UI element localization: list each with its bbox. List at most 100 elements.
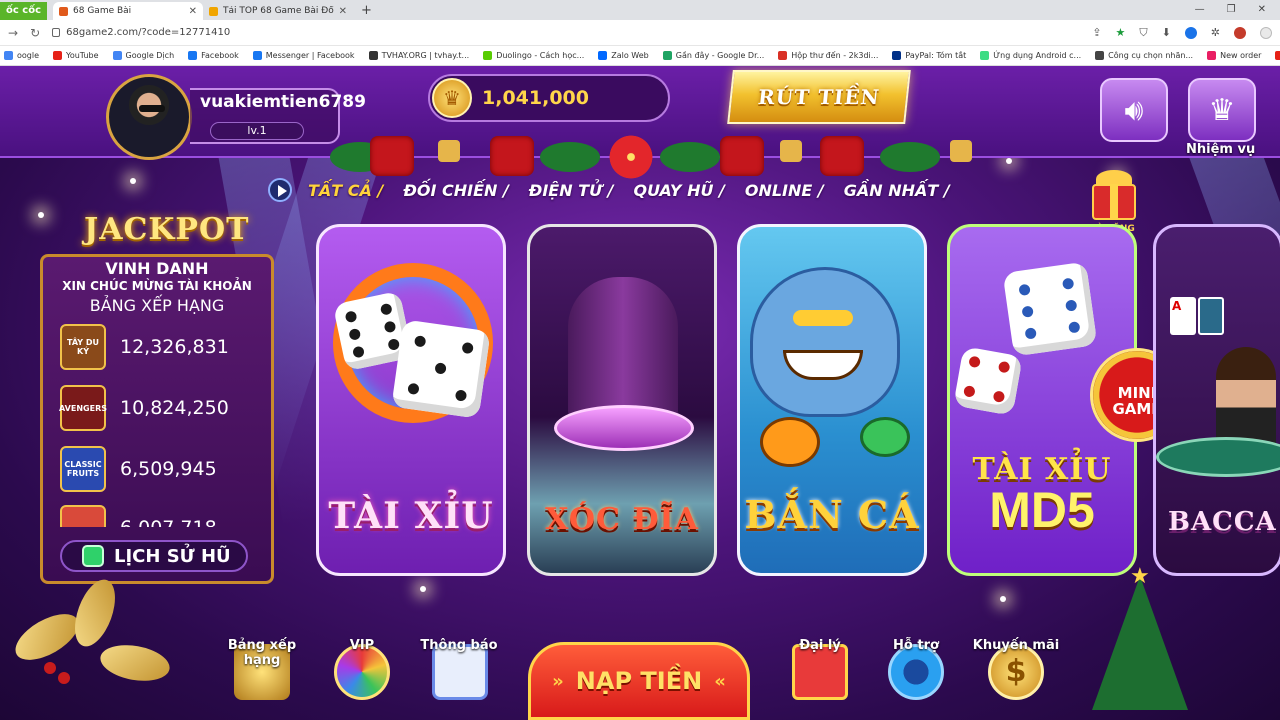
bookmark-favicon-icon	[368, 51, 378, 60]
bookmark-item[interactable]: Duolingo - Cách học...	[483, 51, 584, 60]
address-bar: → ↻ 68game2.com/?code=12771410 ⇪ ★ ⛉ ⬇ ✲	[0, 20, 1280, 46]
jackpot-amount: 10,824,250	[120, 397, 229, 419]
plate-icon	[554, 405, 694, 451]
game-card-taixiu[interactable]: TÀI XỈU	[316, 224, 506, 576]
jackpot-leaderboard-label: BẢNG XẾP HẠNG	[89, 296, 225, 315]
withdraw-label: RÚT TIỀN	[756, 85, 882, 109]
jackpot-entry: CLASSIC FRUITS 6,509,945	[60, 444, 260, 494]
download-icon[interactable]: ⬇	[1162, 26, 1171, 39]
forward-icon[interactable]: →	[8, 26, 18, 40]
bookmarks-bar: oogle YouTube Google Dịch Facebook Messenger…	[0, 46, 1280, 66]
share-icon[interactable]: ⇪	[1092, 26, 1101, 39]
table-icon	[1156, 437, 1280, 477]
bookmark-favicon-icon	[112, 51, 122, 60]
bookmark-label: PayPal: Tóm tắt	[905, 51, 967, 60]
close-window-icon[interactable]: ✕	[1258, 4, 1266, 15]
bookmark-favicon-icon	[252, 51, 262, 60]
tab-slots[interactable]: QUAY HŨ /	[633, 181, 724, 200]
quest-button[interactable]: ♛	[1188, 78, 1256, 142]
tab-electronic[interactable]: ĐIỆN TỬ /	[529, 181, 614, 200]
favicon-icon	[209, 6, 219, 16]
jackpot-title: JACKPOT	[84, 212, 250, 247]
bookmark-label: Google Dịch	[125, 51, 175, 60]
profile-avatar[interactable]	[1234, 26, 1246, 39]
game-thumb: CLASSIC FRUITS	[60, 446, 106, 492]
tab-title: 68 Game Bài	[73, 6, 132, 16]
bookmark-favicon-icon	[778, 51, 788, 60]
game-thumb	[60, 505, 106, 527]
withdraw-button[interactable]: RÚT TIỀN	[727, 70, 911, 124]
bookmark-item[interactable]: Ứng dụng Android c...	[980, 51, 1081, 60]
puzzle-icon[interactable]: ✲	[1211, 26, 1220, 39]
new-tab-icon[interactable]: +	[353, 2, 380, 20]
game-card-xocdia[interactable]: XÓC ĐĨA	[527, 224, 717, 576]
tab-inactive[interactable]: Tải TOP 68 Game Bài Đổi Thưởng ✕	[203, 2, 353, 20]
nav-vip[interactable]: VIP	[312, 638, 412, 653]
game-card-baccarat[interactable]: A BACCA	[1153, 224, 1280, 576]
jackpot-history-button[interactable]: LỊCH SỬ HŨ	[60, 540, 248, 572]
nav-promotions[interactable]: Khuyến mãi	[966, 638, 1066, 653]
close-tab-icon[interactable]: ✕	[189, 6, 197, 17]
bookmark-favicon-icon	[483, 51, 493, 60]
shield-icon[interactable]: ⛉	[1139, 26, 1147, 40]
shark-icon	[750, 267, 900, 417]
bookmark-item[interactable]: TVHAY.ORG | tvhay.t...	[368, 51, 469, 60]
bookmark-favicon-icon	[4, 51, 13, 60]
url-field[interactable]: 68game2.com/?code=12771410	[52, 23, 1080, 43]
bookmark-favicon-icon	[980, 51, 990, 60]
bookmark-item[interactable]: Youtube Random Co...	[1275, 51, 1280, 60]
bookmark-item[interactable]: Công cụ chọn nhãn...	[1095, 51, 1193, 60]
reload-icon[interactable]: ↻	[30, 26, 40, 40]
play-icon[interactable]	[268, 178, 292, 202]
sound-button[interactable]: 🔊︎	[1100, 78, 1168, 142]
dice-icon	[953, 346, 1023, 416]
nav-agent[interactable]: Đại lý	[770, 638, 870, 653]
deposit-button[interactable]: » NẠP TIỀN «	[528, 642, 750, 720]
bookmark-star-icon[interactable]: ★	[1115, 26, 1125, 39]
tab-all[interactable]: TẤT CẢ /	[308, 181, 383, 200]
bookmark-label: New order	[1220, 51, 1262, 60]
bookmark-item[interactable]: oogle	[4, 51, 39, 60]
close-tab-icon[interactable]: ✕	[339, 6, 347, 17]
game-canvas: vuakiemtien6789 lv.1 ♛ 1,041,000 RÚT TIỀ…	[0, 66, 1280, 720]
nav-support[interactable]: Hỗ trợ	[866, 638, 966, 653]
bookmark-label: YouTube	[66, 51, 99, 60]
bookmark-favicon-icon	[1207, 51, 1217, 60]
holly-leaf-icon	[8, 604, 86, 670]
chevrons-right-icon: »	[552, 670, 564, 692]
maximize-icon[interactable]: ❐	[1227, 4, 1236, 15]
nav-notifications[interactable]: Thông báo	[409, 638, 509, 653]
bookmark-item[interactable]: Messenger | Facebook	[252, 51, 355, 60]
minimize-icon[interactable]: —	[1195, 4, 1205, 15]
nav-leaderboard[interactable]: Bảng xếp hạng	[212, 638, 312, 668]
jackpot-heading: VINH DANH	[105, 259, 209, 278]
game-card-banca[interactable]: BẮN CÁ	[737, 224, 927, 576]
bookmark-item[interactable]: Facebook	[188, 51, 239, 60]
bookmark-item[interactable]: PayPal: Tóm tắt	[892, 51, 966, 60]
profile-icon[interactable]	[1260, 26, 1272, 39]
gift-button[interactable]	[1088, 170, 1140, 228]
tab-recent[interactable]: GẦN NHẤT /	[844, 181, 950, 200]
favicon-icon	[59, 6, 69, 16]
bookmark-item[interactable]: Gần đây - Google Dr...	[662, 51, 764, 60]
game-title: BACCA	[1168, 507, 1277, 537]
extension-icon[interactable]	[1184, 26, 1197, 39]
tab-pvp[interactable]: ĐỐI CHIẾN /	[403, 181, 508, 200]
bookmark-favicon-icon	[188, 51, 198, 60]
jackpot-amount: 6,007,718	[120, 517, 217, 527]
bookmark-item[interactable]: New order	[1207, 51, 1261, 60]
browser-brand[interactable]: ốc cốc	[0, 2, 48, 20]
deposit-label: NẠP TIỀN	[575, 667, 703, 695]
tab-active[interactable]: 68 Game Bài ✕	[53, 2, 204, 20]
game-subtitle: MD5	[989, 482, 1095, 538]
bookmark-item[interactable]: YouTube	[53, 51, 99, 60]
bookmark-favicon-icon	[1275, 51, 1280, 60]
tab-online[interactable]: ONLINE /	[745, 181, 824, 200]
window-controls: — ❐ ✕	[1181, 0, 1280, 19]
dice-icon	[1002, 261, 1098, 357]
bookmark-item[interactable]: Hộp thư đến - 2k3di...	[778, 51, 878, 60]
bookmark-item[interactable]: Google Dịch	[112, 51, 175, 60]
quest-label: Nhiệm vụ	[1186, 142, 1256, 157]
bookmark-item[interactable]: Zalo Web	[598, 51, 649, 60]
avatar[interactable]	[106, 74, 192, 160]
